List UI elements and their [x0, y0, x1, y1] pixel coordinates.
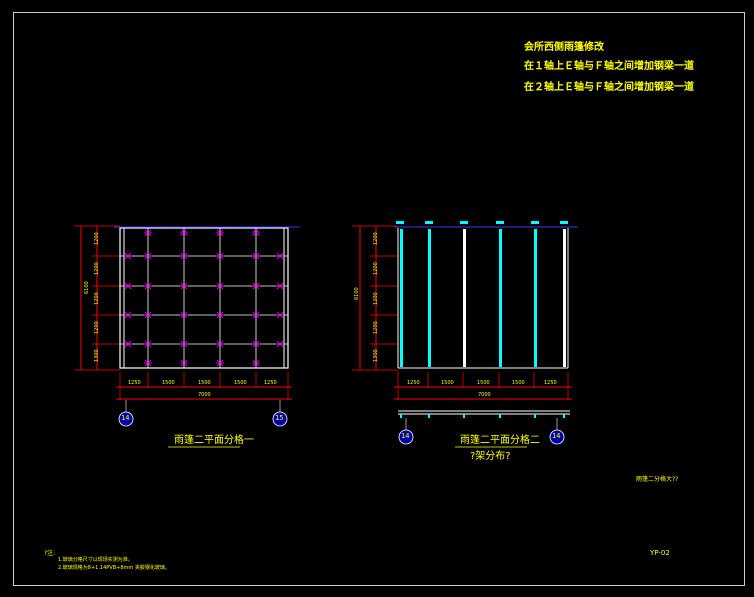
footnote-head: ?注:	[44, 550, 56, 557]
note-line-2: 在１轴上Ｅ轴与Ｆ轴之间增加钢梁一道	[524, 61, 694, 72]
footnote-line-1: 1.玻璃分格尺寸以现场实测为准。	[58, 557, 133, 563]
plan1-bottom-dim-4: 1500	[234, 380, 247, 386]
plan2-bottom-dim-3: 1500	[477, 380, 490, 386]
side-label: 雨篷二分格大??	[636, 476, 679, 483]
plan1-left-dim-2: 1200	[94, 262, 100, 275]
plan1-total-height: 6100	[84, 281, 90, 294]
plan1-left-dim-1: 1200	[94, 232, 100, 245]
plan1-left-dim-3: 1200	[94, 292, 100, 305]
plan2-total-width: 7000	[478, 392, 491, 398]
plan1-total-width: 7000	[198, 392, 211, 398]
footnote-line-2: 2.玻璃规格为8+1.14PVB+8mm 夹胶钢化玻璃。	[58, 565, 170, 571]
plan2-left-dim-1: 1200	[373, 232, 379, 245]
plan1-bottom-dim-2: 1500	[162, 380, 175, 386]
plan1-axis-right-label: 15	[275, 414, 284, 422]
plan1-left-dim-4: 1200	[94, 321, 100, 334]
plan2-axis-left-label: 14	[401, 432, 410, 440]
plan2-left-dim-3: 1200	[373, 292, 379, 305]
plan1-title: 雨篷二平面分格一	[174, 435, 254, 446]
note-line-3: 在２轴上Ｅ轴与Ｆ轴之间增加钢梁一道	[524, 82, 694, 93]
plan2-left-dim-2: 1200	[373, 262, 379, 275]
plan1-axis-left-label: 14	[121, 414, 130, 422]
plan1-left-dim-5: 1300	[94, 349, 100, 362]
plan2-subtitle: ?架分布?	[470, 451, 511, 462]
plan1-bottom-dim-5: 1250	[264, 380, 277, 386]
sheet-number: YP-02	[650, 549, 670, 557]
plan2-left-dim-5: 1300	[373, 349, 379, 362]
plan2-bottom-dim-5: 1250	[544, 380, 557, 386]
plan2-bottom-dim-4: 1500	[512, 380, 525, 386]
note-line-1: 会所西侧雨篷修改	[524, 42, 604, 53]
plan2-bottom-dim-2: 1500	[441, 380, 454, 386]
plan2-bottom-dim-1: 1250	[407, 380, 420, 386]
plan2-left-dim-4: 1200	[373, 321, 379, 334]
plan2-total-height: 6100	[354, 287, 360, 300]
plan1-bottom-dim-3: 1500	[198, 380, 211, 386]
plan1-bottom-dim-1: 1250	[128, 380, 141, 386]
plan2-title: 雨篷二平面分格二	[460, 435, 540, 446]
plan2-axis-right-label: 14	[552, 432, 561, 440]
